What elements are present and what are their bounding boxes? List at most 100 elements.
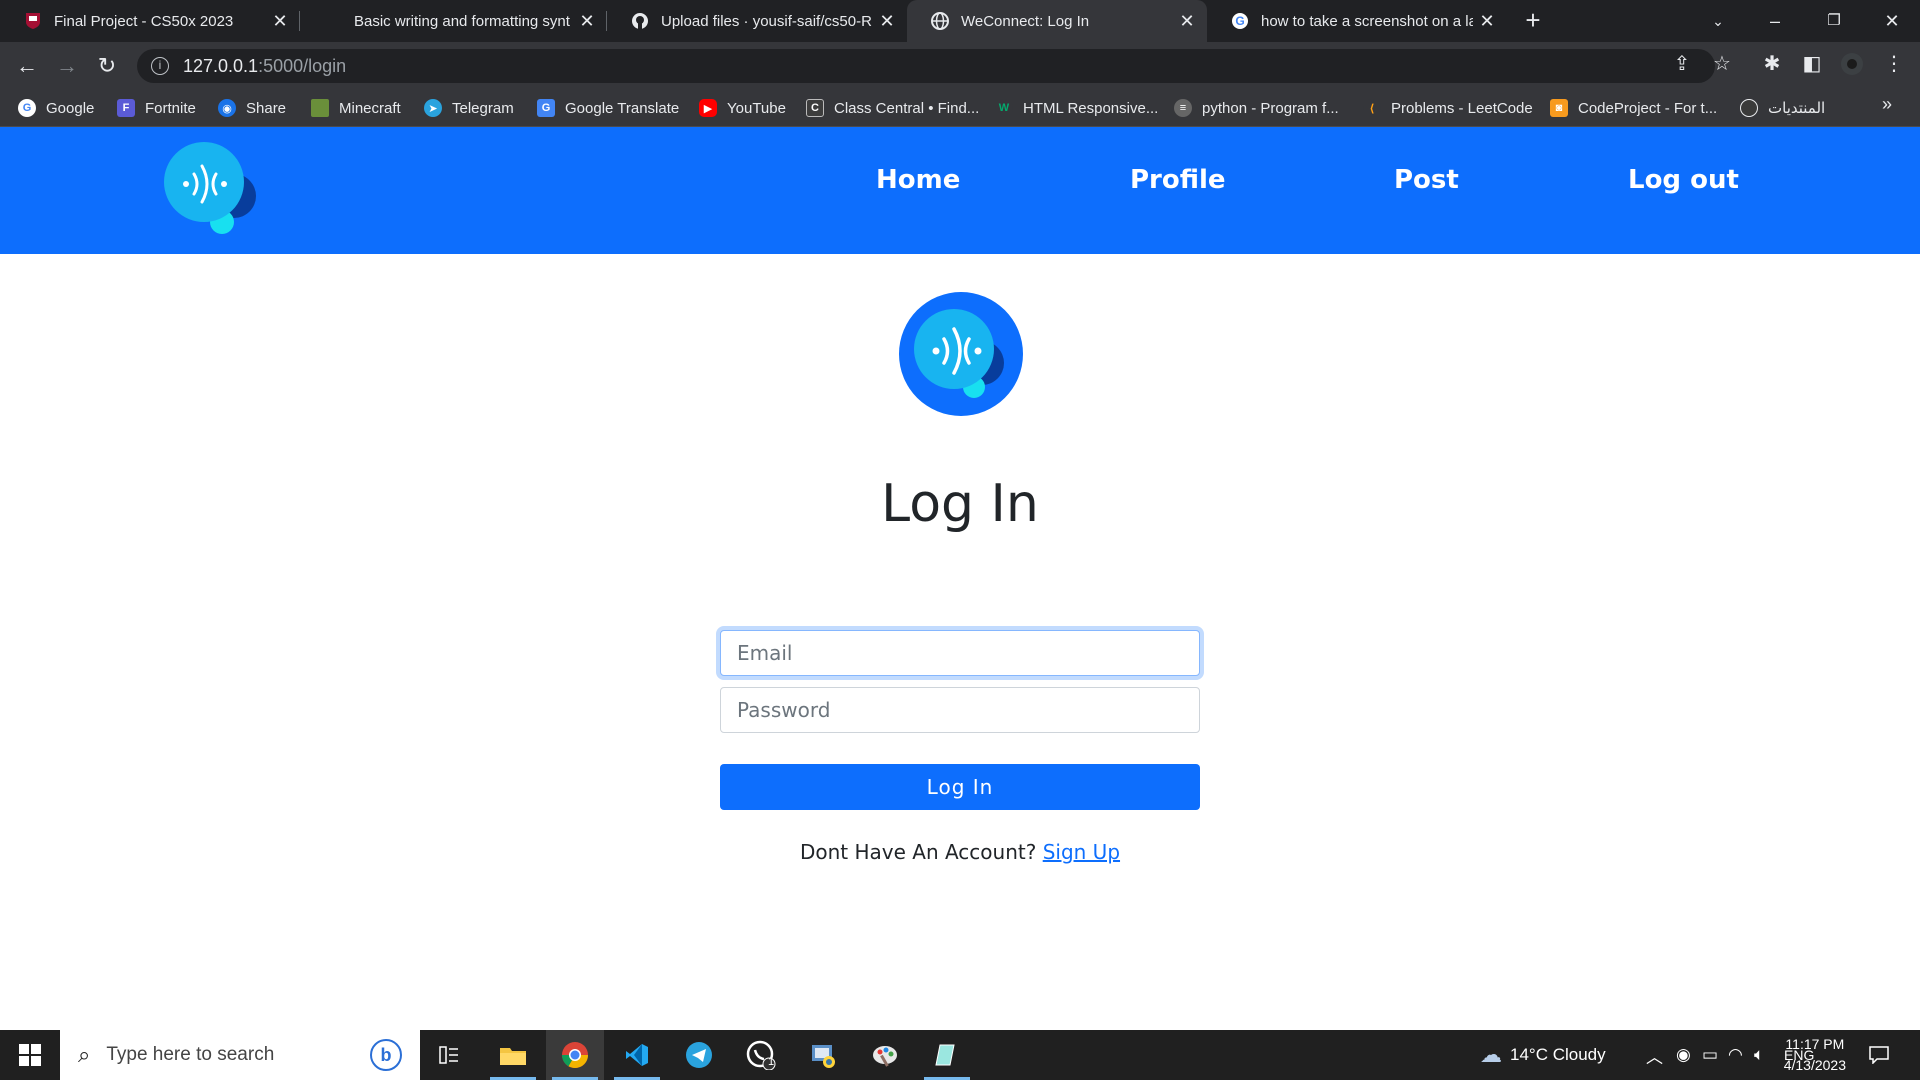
- signup-prompt-text: Dont Have An Account?: [799, 840, 1037, 864]
- email-field[interactable]: [720, 630, 1200, 676]
- bookmark-label: Class Central • Find...: [834, 99, 980, 117]
- tab-github[interactable]: Upload files · yousif-saif/cs50-RE ✕: [607, 0, 907, 42]
- menu-kebab-icon[interactable]: ⋮: [1880, 50, 1908, 78]
- harvard-shield-icon: [24, 12, 42, 30]
- login-button[interactable]: Log In: [720, 764, 1200, 810]
- wifi-icon[interactable]: ◠: [1728, 1030, 1743, 1080]
- nav-logout-link[interactable]: Log out: [1628, 165, 1739, 195]
- python-idle-icon[interactable]: [794, 1030, 852, 1080]
- clock[interactable]: 11:17 PM 4/13/2023: [1784, 1034, 1846, 1076]
- tab-google-search[interactable]: G how to take a screenshot on a lap ✕: [1207, 0, 1507, 42]
- close-window-button[interactable]: ✕: [1874, 6, 1910, 36]
- bookmark-label: Fortnite: [145, 99, 196, 117]
- whatsapp-icon[interactable]: 1: [732, 1030, 790, 1080]
- site-logo[interactable]: [162, 140, 258, 236]
- bookmark-minecraft[interactable]: Minecraft: [311, 97, 401, 119]
- profile-avatar-icon[interactable]: [1838, 50, 1866, 78]
- bing-icon[interactable]: b: [370, 1039, 402, 1071]
- globe-icon: [931, 12, 949, 30]
- record-icon[interactable]: ◉: [1676, 1030, 1691, 1080]
- bookmark-label: HTML Responsive...: [1023, 99, 1159, 117]
- tab-search-chevron-icon[interactable]: ⌄: [1700, 6, 1736, 36]
- bookmark-share[interactable]: ◉ Share: [218, 97, 286, 119]
- tab-title: Upload files · yousif-saif/cs50-RE: [661, 12, 873, 30]
- bookmark-html-responsive[interactable]: W HTML Responsive...: [995, 97, 1158, 119]
- windows-logo-icon: [19, 1044, 41, 1066]
- nav-home-link[interactable]: Home: [876, 165, 960, 195]
- nav-profile-link[interactable]: Profile: [1130, 165, 1226, 195]
- close-icon[interactable]: ✕: [1179, 11, 1195, 32]
- bookmark-label: CodeProject - For t...: [1578, 99, 1718, 117]
- battery-icon[interactable]: ▭: [1702, 1030, 1718, 1080]
- side-panel-icon[interactable]: ◧: [1798, 50, 1826, 78]
- bookmark-telegram[interactable]: ➤ Telegram: [424, 97, 514, 119]
- tab-markdown[interactable]: Basic writing and formatting synt ✕: [300, 0, 607, 42]
- url-path: :5000/login: [258, 55, 347, 76]
- notification-icon[interactable]: [1854, 1030, 1904, 1080]
- bookmark-label: Telegram: [452, 99, 514, 117]
- signup-prompt: Dont Have An Account? Sign Up: [0, 840, 1920, 864]
- bookmark-google[interactable]: G Google: [18, 97, 94, 119]
- chrome-icon[interactable]: [546, 1030, 604, 1080]
- tab-title: how to take a screenshot on a lap: [1261, 12, 1473, 30]
- minimize-button[interactable]: –: [1757, 6, 1793, 36]
- google-icon: G: [1231, 12, 1249, 30]
- vscode-icon[interactable]: [608, 1030, 666, 1080]
- restore-button[interactable]: ❐: [1816, 6, 1852, 36]
- weather-widget[interactable]: ☁ 14°C Cloudy: [1480, 1030, 1606, 1080]
- github-icon: [631, 12, 649, 30]
- share-icon[interactable]: ⇪: [1668, 50, 1696, 78]
- forward-button[interactable]: →: [53, 52, 81, 80]
- bookmark-label: Share: [246, 99, 287, 117]
- site-info-icon[interactable]: i: [151, 57, 169, 75]
- tab-title: WeConnect: Log In: [961, 12, 1090, 30]
- close-icon[interactable]: ✕: [879, 11, 895, 32]
- telegram-icon[interactable]: [670, 1030, 728, 1080]
- bookmark-fortnite[interactable]: F Fortnite: [117, 97, 196, 119]
- password-field[interactable]: [720, 687, 1200, 733]
- taskbar-search-box[interactable]: ⌕ Type here to search b: [60, 1030, 420, 1080]
- share-icon: ◉: [218, 99, 236, 117]
- new-tab-button[interactable]: +: [1520, 7, 1546, 34]
- bookmark-star-icon[interactable]: ☆: [1708, 50, 1736, 78]
- bookmark-leetcode[interactable]: ⟨ Problems - LeetCode: [1363, 97, 1533, 119]
- bookmark-python[interactable]: ≡ python - Program f...: [1174, 97, 1339, 119]
- telegram-icon: ➤: [424, 99, 442, 117]
- volume-icon[interactable]: 🔈︎: [1754, 1030, 1764, 1080]
- bookmark-codeproject[interactable]: ◙ CodeProject - For t...: [1550, 97, 1717, 119]
- tab-title: Final Project - CS50x 2023: [54, 12, 234, 30]
- close-icon[interactable]: ✕: [579, 11, 595, 32]
- start-button[interactable]: [0, 1030, 60, 1080]
- w3-icon: W: [995, 99, 1013, 117]
- notepad-icon[interactable]: [918, 1030, 976, 1080]
- minecraft-icon: [311, 99, 329, 117]
- bookmark-forums[interactable]: المنتديات: [1740, 97, 1825, 119]
- whatsapp-badge: 1: [768, 1056, 775, 1068]
- close-icon[interactable]: ✕: [272, 11, 288, 32]
- more-bookmarks-icon[interactable]: »: [1882, 94, 1892, 115]
- address-bar[interactable]: i 127.0.0.1:5000/login: [137, 49, 1715, 83]
- extensions-icon[interactable]: ✱: [1758, 50, 1786, 78]
- bookmark-class-central[interactable]: C Class Central • Find...: [806, 97, 979, 119]
- tab-weconnect[interactable]: WeConnect: Log In ✕: [907, 0, 1207, 42]
- chevron-up-icon[interactable]: ︿: [1646, 1030, 1663, 1080]
- bookmark-google-translate[interactable]: G Google Translate: [537, 97, 679, 119]
- nav-post-link[interactable]: Post: [1394, 165, 1459, 195]
- globe-icon: [1740, 99, 1758, 117]
- reload-button[interactable]: ↻: [93, 52, 121, 80]
- back-button[interactable]: ←: [13, 52, 41, 80]
- bookmark-youtube[interactable]: ▶ YouTube: [699, 97, 786, 119]
- stackoverflow-icon: ≡: [1174, 99, 1192, 117]
- browser-toolbar: ← → ↻ i 127.0.0.1:5000/login ⇪ ☆ ✱ ◧ ⋮: [0, 42, 1920, 89]
- bookmark-label: Google Translate: [565, 99, 680, 117]
- page-title: Log In: [881, 474, 1039, 534]
- file-explorer-icon[interactable]: [484, 1030, 542, 1080]
- youtube-icon: ▶: [699, 99, 717, 117]
- bookmarks-bar: G Google F Fortnite ◉ Share Minecraft ➤ Tele…: [0, 89, 1920, 127]
- bookmark-label: YouTube: [727, 99, 786, 117]
- close-icon[interactable]: ✕: [1479, 11, 1495, 32]
- signup-link[interactable]: Sign Up: [1043, 840, 1120, 864]
- task-view-icon[interactable]: [420, 1030, 478, 1080]
- paint-icon[interactable]: [856, 1030, 914, 1080]
- tab-final-project[interactable]: Final Project - CS50x 2023 ✕: [0, 0, 300, 42]
